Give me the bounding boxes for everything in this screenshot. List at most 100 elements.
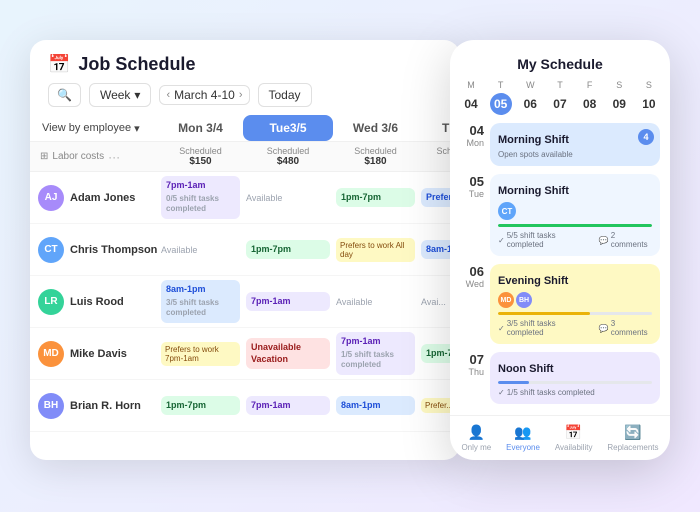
- shift-tag: 1pm-7pm: [246, 240, 330, 260]
- labor-mon: Scheduled $150: [158, 142, 243, 171]
- grid-header: View by employee ▾ Mon 3/4 Tue3/5 Wed 3/…: [30, 115, 460, 142]
- shift-cell[interactable]: 1pm-7pm: [243, 238, 333, 262]
- mobile-day-mon[interactable]: M 04: [460, 80, 482, 115]
- employee-info: CT Chris Thompson: [38, 237, 158, 263]
- shift-tag: 8am-1pm: [336, 396, 415, 416]
- day-header-mon: Mon 3/4: [158, 115, 243, 141]
- desktop-toolbar: 🔍 Week ▾ ‹ March 4-10 › Today: [30, 83, 460, 115]
- shift-cell[interactable]: 7pm-1am 0/5 shift tasks completed: [158, 174, 243, 220]
- shift-tag: 7pm-1am: [246, 292, 330, 312]
- mobile-day-selectors: M 04 T 05 W 06 T 07 F 08 S 09 S 10: [450, 80, 670, 123]
- schedule-card[interactable]: Morning Shift 4 Open spots available: [490, 123, 660, 166]
- shift-cell[interactable]: Prefers to work 7pm-1am: [158, 340, 243, 368]
- labor-label: ⊞ Labor costs ···: [38, 142, 158, 171]
- shift-cell[interactable]: Available: [158, 243, 243, 257]
- avatar: MD: [38, 341, 64, 367]
- progress-fill: [498, 381, 529, 384]
- date-navigation: ‹ March 4-10 ›: [159, 85, 249, 105]
- shift-tag: 7pm-1am 1/5 shift tasks completed: [336, 332, 415, 374]
- open-spots-badge: 4: [638, 129, 654, 145]
- prefers-tag: Prefers to work 7pm-1am: [161, 342, 240, 366]
- schedule-card[interactable]: Morning Shift CT ✓ 5/5 shift tasks compl…: [490, 174, 660, 256]
- schedule-date: 06 Wed: [460, 264, 484, 289]
- today-button[interactable]: Today: [258, 83, 312, 107]
- schedule-date: 07 Thu: [460, 352, 484, 377]
- table-row: BH Brian R. Horn 1pm-7pm 7pm-1am 8am-1pm…: [30, 380, 460, 432]
- mobile-day-sun[interactable]: S 10: [638, 80, 660, 115]
- schedule-meta: ✓ 3/5 shift tasks completed 💬 3 comments: [498, 319, 652, 337]
- more-options[interactable]: ···: [108, 150, 120, 164]
- shift-tag: 1pm-7pm: [161, 396, 240, 416]
- avatar: BH: [516, 292, 532, 308]
- employee-rows: AJ Adam Jones 7pm-1am 0/5 shift tasks co…: [30, 172, 460, 442]
- labor-wed: Scheduled $180: [333, 142, 418, 171]
- schedule-date: 04 Mon: [460, 123, 484, 148]
- calendar-icon: 📅: [48, 54, 70, 75]
- schedule-meta: ✓ 1/5 shift tasks completed: [498, 388, 652, 397]
- prev-arrow[interactable]: ‹: [166, 89, 170, 101]
- mobile-day-thu[interactable]: T 07: [549, 80, 571, 115]
- employee-name: Adam Jones: [70, 192, 135, 204]
- shift-cell[interactable]: 8am-1pm: [333, 394, 418, 418]
- schedule-card[interactable]: Noon Shift ✓ 1/5 shift tasks completed: [490, 352, 660, 404]
- employee-name: Luis Rood: [70, 296, 124, 308]
- view-by-button[interactable]: View by employee ▾: [38, 115, 158, 141]
- nav-item-everyone[interactable]: 👥 Everyone: [506, 424, 540, 452]
- schedule-date: 05 Tue: [460, 174, 484, 199]
- avatar: CT: [498, 202, 516, 220]
- shift-tag: 7pm-1am: [246, 396, 330, 416]
- mobile-title: My Schedule: [450, 40, 670, 80]
- shift-cell[interactable]: 1pm-7pm: [333, 186, 418, 210]
- shift-tag: 7pm-1am 0/5 shift tasks completed: [161, 176, 240, 218]
- avatar: AJ: [38, 185, 64, 211]
- search-button[interactable]: 🔍: [48, 83, 81, 107]
- shift-cell[interactable]: Prefers to work All day: [333, 236, 418, 264]
- labor-tue: Scheduled $480: [243, 142, 333, 171]
- progress-fill: [498, 312, 590, 315]
- mobile-bottom-nav: 👤 Only me 👥 Everyone 📅 Availability 🔄 Re…: [450, 415, 670, 460]
- mobile-day-fri[interactable]: F 08: [579, 80, 601, 115]
- shift-cell[interactable]: 7pm-1am 1/5 shift tasks completed: [333, 330, 418, 376]
- desktop-scheduler-card: 📅 Job Schedule 🔍 Week ▾ ‹ March 4-10 › T…: [30, 40, 460, 460]
- employee-info: MD Mike Davis: [38, 341, 158, 367]
- shift-cell[interactable]: Available: [333, 295, 418, 309]
- week-view-button[interactable]: Week ▾: [89, 83, 152, 107]
- prefers-tag: Prefers to work All day: [336, 238, 415, 262]
- mobile-day-sat[interactable]: S 09: [608, 80, 630, 115]
- table-row: CT Chris Thompson Available 1pm-7pm Pref…: [30, 224, 460, 276]
- mobile-day-tue[interactable]: T 05: [490, 80, 512, 115]
- shift-cell[interactable]: 7pm-1am: [243, 290, 333, 314]
- employee-info: LR Luis Rood: [38, 289, 158, 315]
- table-row: AJ Adam Jones 7pm-1am 0/5 shift tasks co…: [30, 172, 460, 224]
- mobile-day-wed[interactable]: W 06: [519, 80, 541, 115]
- schedule-grid: View by employee ▾ Mon 3/4 Tue3/5 Wed 3/…: [30, 115, 460, 445]
- shift-cell[interactable]: 1pm-7pm: [158, 394, 243, 418]
- dollar-icon: ⊞: [40, 151, 48, 162]
- desktop-header: 📅 Job Schedule: [30, 40, 460, 83]
- shift-cell[interactable]: 8am-1pm 3/5 shift tasks completed: [158, 278, 243, 324]
- schedule-card[interactable]: Evening Shift MD BH ✓ 3/5 shift tasks co…: [490, 264, 660, 344]
- available-label: Available: [246, 193, 330, 203]
- shift-cell[interactable]: Unavailable Vacation: [243, 336, 333, 371]
- shift-tag: 8am-1pm 3/5 shift tasks completed: [161, 280, 240, 322]
- avatar: LR: [38, 289, 64, 315]
- date-range: March 4-10: [174, 88, 235, 102]
- employee-name: Brian R. Horn: [70, 400, 141, 412]
- shift-cell[interactable]: 7pm-1am: [243, 394, 333, 418]
- nav-item-only-me[interactable]: 👤 Only me: [461, 424, 491, 452]
- nav-item-replacements[interactable]: 🔄 Replacements: [607, 424, 658, 452]
- table-row: LR Luis Rood 8am-1pm 3/5 shift tasks com…: [30, 276, 460, 328]
- next-arrow[interactable]: ›: [239, 89, 243, 101]
- replacements-icon: 🔄: [624, 424, 641, 441]
- only-me-icon: 👤: [468, 424, 485, 441]
- availability-icon: 📅: [565, 424, 582, 441]
- nav-item-availability[interactable]: 📅 Availability: [555, 424, 593, 452]
- labor-costs-row: ⊞ Labor costs ··· Scheduled $150 Schedul…: [30, 142, 460, 172]
- available-label: Available: [161, 245, 240, 255]
- schedule-meta: ✓ 5/5 shift tasks completed 💬 2 comments: [498, 231, 652, 249]
- shift-cell[interactable]: Available: [243, 191, 333, 205]
- mobile-schedule-list: 04 Mon Morning Shift 4 Open spots availa…: [450, 123, 670, 415]
- progress-fill: [498, 224, 652, 227]
- avatar: CT: [38, 237, 64, 263]
- task-progress-bar: [498, 312, 652, 315]
